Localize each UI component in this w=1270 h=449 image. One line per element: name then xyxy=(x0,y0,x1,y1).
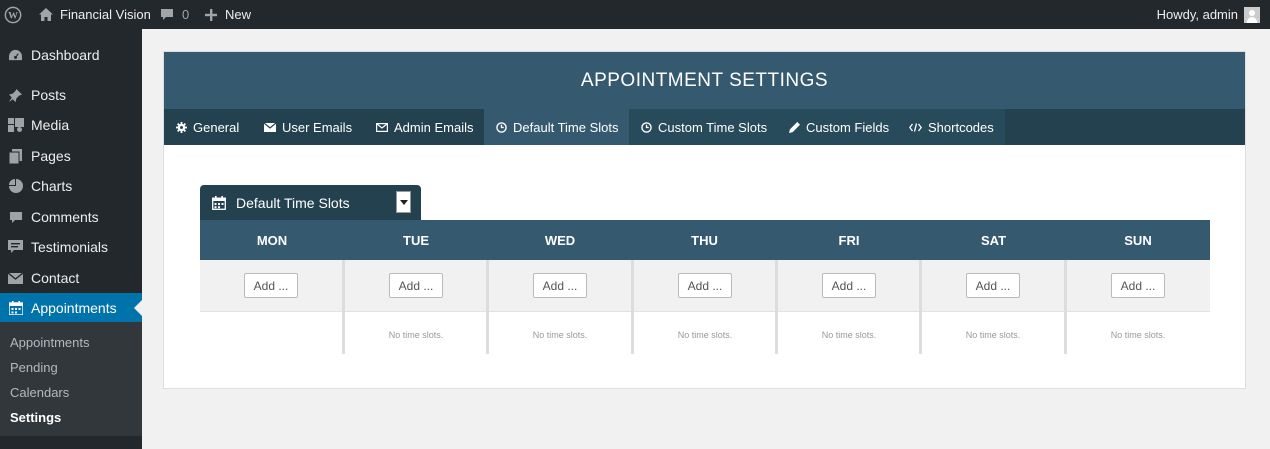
code-icon xyxy=(909,122,922,132)
new-label: New xyxy=(225,7,252,22)
tab-default-time-slots[interactable]: Default Time Slots xyxy=(484,109,629,145)
add-button-fri[interactable]: Add ... xyxy=(822,273,876,298)
add-button-tue[interactable]: Add ... xyxy=(389,273,443,298)
dashboard-icon xyxy=(0,49,31,62)
sidebar-item-posts[interactable]: Posts xyxy=(0,80,142,110)
sidebar-item-media[interactable]: Media xyxy=(0,110,142,140)
sidebar-item-charts[interactable]: Charts xyxy=(0,171,142,201)
pencil-icon xyxy=(789,121,800,133)
appointments-submenu: Appointments Pending Calendars Settings xyxy=(0,322,142,436)
tab-custom-time-slots[interactable]: Custom Time Slots xyxy=(629,109,777,145)
selected-slot-label: Default Time Slots xyxy=(236,194,350,211)
day-header-thu: THU xyxy=(691,232,718,248)
add-slot-row: Add ... Add ... Add ... Add ... Add ... … xyxy=(200,260,1210,312)
sidebar-item-contact[interactable]: Contact xyxy=(0,263,142,293)
admin-sidebar: Dashboard Posts Media Pages Charts Comme… xyxy=(0,29,142,449)
tab-user-emails[interactable]: User Emails xyxy=(252,109,362,145)
settings-tabs: General User Emails Admin Emails Default… xyxy=(164,109,1245,145)
empty-state-thu: No time slots. xyxy=(677,330,733,340)
sidebar-item-label: Pages xyxy=(31,148,71,164)
tab-label: General xyxy=(193,119,240,135)
sidebar-item-pages[interactable]: Pages xyxy=(0,141,142,171)
new-content-link[interactable]: New xyxy=(205,0,251,29)
tab-label: Shortcodes xyxy=(928,119,994,135)
wordpress-logo-icon[interactable]: W xyxy=(4,0,24,29)
calendar-icon xyxy=(212,195,226,210)
day-header-wed: WED xyxy=(544,232,576,248)
sidebar-item-label: Testimonials xyxy=(31,239,109,255)
tab-shortcodes[interactable]: Shortcodes xyxy=(897,109,1005,145)
sidebar-item-testimonials[interactable]: Testimonials xyxy=(0,232,142,262)
testimonial-icon xyxy=(0,240,31,254)
gear-icon xyxy=(176,121,187,133)
avatar xyxy=(1244,6,1260,23)
pin-icon xyxy=(0,88,31,103)
empty-state-sun: No time slots. xyxy=(1110,330,1166,340)
add-button-mon[interactable]: Add ... xyxy=(244,273,298,298)
sidebar-item-label: Comments xyxy=(31,209,99,225)
day-header-tue: TUE xyxy=(403,232,429,248)
sidebar-item-label: Appointments xyxy=(31,300,117,316)
envelope-icon xyxy=(264,122,276,132)
comments-count: 0 xyxy=(182,7,190,22)
tab-general[interactable]: General xyxy=(164,109,250,145)
empty-state-tue: No time slots. xyxy=(388,330,444,340)
tab-label: User Emails xyxy=(282,119,353,135)
plus-icon xyxy=(205,8,217,21)
calendar-icon xyxy=(0,301,31,315)
sidebar-item-label: Charts xyxy=(31,178,73,194)
day-header-fri: FRI xyxy=(838,232,860,248)
pie-chart-icon xyxy=(0,179,31,193)
comment-icon xyxy=(0,211,31,224)
svg-text:W: W xyxy=(8,10,18,21)
site-name: Financial Vision xyxy=(60,7,151,22)
clock-icon xyxy=(641,121,652,133)
comment-bubble-icon xyxy=(160,8,174,21)
sidebar-item-dashboard[interactable]: Dashboard xyxy=(0,40,142,70)
day-header-mon: MON xyxy=(256,232,288,248)
tab-admin-emails[interactable]: Admin Emails xyxy=(364,109,484,145)
page-title: APPOINTMENT SETTINGS xyxy=(580,69,829,91)
tab-label: Custom Fields xyxy=(806,119,890,135)
chevron-down-icon[interactable] xyxy=(396,191,411,213)
submenu-item-calendars[interactable]: Calendars xyxy=(10,385,69,400)
tab-label: Custom Time Slots xyxy=(658,119,768,135)
sidebar-item-label: Media xyxy=(31,117,70,133)
admin-bar: W Financial Vision 0 New Howdy, admin xyxy=(0,0,1270,29)
home-icon xyxy=(39,8,53,21)
clock-icon xyxy=(496,121,507,133)
account-menu[interactable]: Howdy, admin xyxy=(1157,0,1260,29)
days-header: MON TUE WED THU FRI SAT SUN xyxy=(200,220,1210,260)
empty-state-sat: No time slots. xyxy=(965,330,1021,340)
sidebar-item-label: Posts xyxy=(31,87,67,103)
empty-state-fri: No time slots. xyxy=(821,330,877,340)
time-slots-selector[interactable]: Default Time Slots xyxy=(200,185,421,220)
site-name-link[interactable]: Financial Vision xyxy=(39,0,151,29)
add-button-sun[interactable]: Add ... xyxy=(1111,273,1165,298)
empty-state-wed: No time slots. xyxy=(532,330,588,340)
day-header-sat: SAT xyxy=(980,232,1007,248)
sidebar-item-label: Contact xyxy=(31,270,80,286)
sidebar-item-appointments[interactable]: Appointments xyxy=(0,293,142,323)
tab-label: Admin Emails xyxy=(394,119,474,135)
submenu-item-appointments[interactable]: Appointments xyxy=(10,335,90,350)
sidebar-item-label: Dashboard xyxy=(31,47,100,63)
comments-link[interactable]: 0 xyxy=(160,0,189,29)
panel-header: APPOINTMENT SETTINGS xyxy=(164,52,1245,109)
tab-custom-fields[interactable]: Custom Fields xyxy=(777,109,897,145)
day-header-sun: SUN xyxy=(1124,232,1152,248)
sidebar-item-comments[interactable]: Comments xyxy=(0,202,142,232)
envelope-outline-icon xyxy=(376,122,388,132)
pages-icon xyxy=(0,148,31,164)
add-button-thu[interactable]: Add ... xyxy=(678,273,732,298)
add-button-wed[interactable]: Add ... xyxy=(533,273,587,298)
add-button-sat[interactable]: Add ... xyxy=(966,273,1020,298)
howdy-text: Howdy, admin xyxy=(1156,7,1238,22)
mail-icon xyxy=(0,272,31,284)
media-icon xyxy=(0,118,31,132)
tab-label: Default Time Slots xyxy=(513,119,619,135)
submenu-item-settings[interactable]: Settings xyxy=(10,410,61,425)
submenu-item-pending[interactable]: Pending xyxy=(10,360,58,375)
